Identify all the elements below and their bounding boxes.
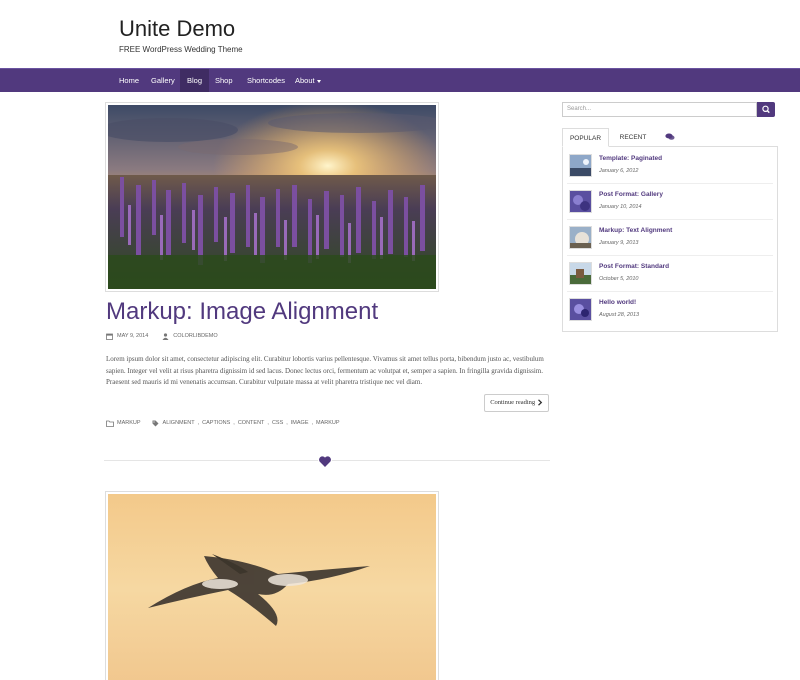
tag-link[interactable]: CAPTIONS	[202, 420, 230, 426]
nav-item-gallery[interactable]: Gallery	[144, 69, 182, 92]
post-thumbnail	[569, 154, 592, 177]
post-thumbnail	[569, 190, 592, 213]
nav-item-blog[interactable]: Blog	[180, 69, 210, 92]
tag-link[interactable]: IMAGE	[291, 420, 309, 426]
chevron-right-icon	[537, 399, 543, 406]
tag-separator: ,	[267, 420, 269, 426]
site-title[interactable]: Unite Demo	[119, 16, 235, 42]
category-link-markup[interactable]: MARKUP	[117, 420, 141, 426]
caret-down-icon	[316, 79, 321, 83]
post-title[interactable]: Markup: Image Alignment	[106, 298, 378, 326]
tag-link[interactable]: ALIGNMENT	[163, 420, 195, 426]
tag-separator: ,	[197, 420, 200, 426]
list-item[interactable]: Post Format: Gallery January 10, 2014	[567, 184, 773, 220]
widget-item-date: January 9, 2013	[599, 240, 639, 246]
list-item[interactable]: Hello world! August 28, 2013	[567, 292, 773, 328]
main-navbar: Home Gallery Blog Shop Shortcodes About	[0, 68, 800, 92]
folder-icon	[106, 420, 114, 427]
tab-recent[interactable]: RECENT	[612, 128, 654, 147]
site-header: Unite Demo FREE WordPress Wedding Theme	[0, 0, 800, 68]
search-icon	[762, 105, 770, 114]
post-thumbnail	[569, 262, 592, 285]
list-item[interactable]: Template: Paginated January 6, 2012	[567, 148, 773, 184]
widget-item-title[interactable]: Markup: Text Alignment	[599, 227, 672, 234]
tab-comments[interactable]	[658, 128, 682, 147]
calendar-icon	[106, 333, 113, 340]
list-item[interactable]: Post Format: Standard October 5, 2010	[567, 256, 773, 292]
tags-icon	[152, 420, 159, 426]
tag-separator: ,	[233, 420, 235, 426]
search-button[interactable]	[757, 102, 775, 117]
widget-item-date: August 28, 2013	[599, 312, 640, 318]
lavender-field-image	[108, 105, 436, 289]
post-meta: MAY 9, 2014 COLORLIBDEMO	[106, 331, 218, 341]
flying-swans-image	[108, 494, 436, 680]
post-excerpt: Lorem ipsum dolor sit amet, consectetur …	[106, 355, 544, 386]
site-description: FREE WordPress Wedding Theme	[119, 45, 243, 54]
post-date[interactable]: MAY 9, 2014	[117, 333, 148, 339]
nav-item-about[interactable]: About	[288, 69, 328, 92]
tag-link[interactable]: CONTENT	[238, 420, 265, 426]
widget-item-title[interactable]: Template: Paginated	[599, 155, 662, 162]
widget-item-date: October 5, 2010	[599, 276, 639, 282]
tag-link[interactable]: MARKUP	[316, 420, 340, 426]
widget-item-title[interactable]: Hello world!	[599, 299, 636, 306]
widget-item-date: January 10, 2014	[599, 204, 642, 210]
post-thumbnail	[569, 298, 592, 321]
tag-separator: ,	[311, 420, 314, 426]
tag-separator: ,	[286, 420, 288, 426]
post-author[interactable]: COLORLIBDEMO	[173, 333, 217, 339]
post-thumbnail	[569, 226, 592, 249]
nav-item-home[interactable]: Home	[112, 69, 146, 92]
featured-image-lavender[interactable]	[105, 102, 439, 292]
widget-item-title[interactable]: Post Format: Standard	[599, 263, 669, 270]
heart-icon	[318, 455, 332, 468]
tag-link[interactable]: CSS	[272, 420, 283, 426]
user-icon	[162, 332, 169, 340]
nav-item-shortcodes[interactable]: Shortcodes	[240, 69, 292, 92]
nav-item-about-label: About	[295, 76, 315, 85]
post-footer: MARKUP ALIGNMENT, CAPTIONS, CONTENT, CSS…	[106, 418, 340, 428]
continue-reading-label: Continue reading	[490, 399, 536, 406]
tab-popular[interactable]: POPULAR	[562, 128, 609, 147]
continue-reading-button[interactable]: Continue reading	[484, 394, 549, 412]
search-input[interactable]: Search...	[562, 102, 757, 117]
nav-item-shop[interactable]: Shop	[208, 69, 240, 92]
featured-image-swans[interactable]	[105, 491, 439, 680]
list-item[interactable]: Markup: Text Alignment January 9, 2013	[567, 220, 773, 256]
widget-item-date: January 6, 2012	[599, 168, 639, 174]
comments-icon	[665, 133, 675, 141]
widget-item-title[interactable]: Post Format: Gallery	[599, 191, 663, 198]
